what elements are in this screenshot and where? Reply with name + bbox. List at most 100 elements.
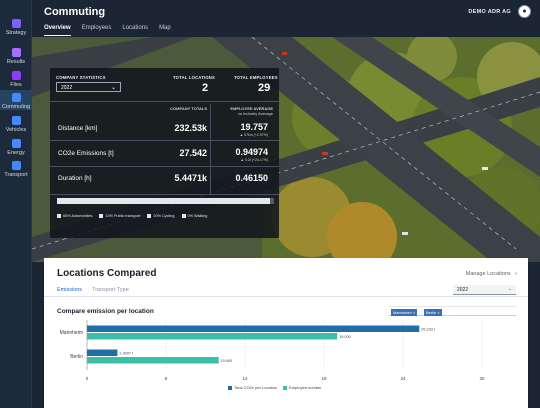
legend-swatch — [283, 385, 288, 390]
filter-chip-berlin[interactable]: Berlin × — [424, 308, 442, 316]
bar — [87, 357, 219, 364]
chevron-down-icon: ⌄ — [507, 286, 512, 292]
sidebar-item-strategy[interactable]: Strategy — [0, 16, 32, 40]
card-year-select[interactable]: 2022 ⌄ — [453, 285, 516, 295]
tab-locations[interactable]: Locations — [122, 25, 148, 36]
co2e-emissions-average: 0.94974 — [235, 147, 268, 157]
divider — [50, 140, 279, 141]
data-label: 10.000 — [221, 359, 233, 363]
legend-public-transport: 13% Public transport — [99, 214, 140, 218]
category-label: Mannheim — [60, 330, 83, 336]
modal-split-legend: 65% Automobiles 13% Public transport 20%… — [57, 214, 207, 218]
sidebar-item-transport[interactable]: Transport — [0, 158, 32, 178]
vs-industry-header: vs Industry Average — [237, 111, 273, 116]
tab-employees[interactable]: Employees — [82, 25, 112, 36]
data-label: 2.3097 t — [119, 352, 134, 356]
bar — [87, 325, 420, 332]
distance-total: 232.53k — [174, 123, 207, 133]
x-tick-label: 30 — [479, 376, 485, 381]
divider — [50, 101, 279, 102]
bar — [87, 333, 338, 340]
sidebar-item-files[interactable]: Files — [0, 68, 32, 88]
modal-split-fill — [57, 198, 270, 204]
x-tick-label: 12 — [242, 376, 248, 381]
sidebar-item-label: Results — [6, 59, 26, 65]
locations-compared-card: Locations Compared Manage Locations › Em… — [44, 258, 528, 408]
x-tick-label: 18 — [321, 376, 327, 381]
emission-bar-chart: 0 6 12 18 24 30 Mannheim 25.233 t 19.000 Berlin 2.… — [60, 320, 485, 381]
legend-cycling: 20% Cycling — [147, 214, 175, 218]
company-name: DEMO ADR AG — [468, 9, 511, 15]
legend-label: 65% Automobiles — [63, 214, 93, 218]
x-tick-label: 24 — [400, 376, 406, 381]
legend-label: 0% Walking — [187, 214, 208, 218]
close-icon[interactable]: × — [413, 310, 415, 315]
legend-employee-number: Employee number — [283, 385, 322, 390]
chip-label: Mannheim — [393, 309, 412, 315]
bar — [87, 349, 118, 356]
x-tick-label: 0 — [86, 376, 89, 381]
divider — [50, 166, 279, 167]
sidebar-item-label: Commuting — [1, 104, 31, 110]
legend-swatch — [99, 214, 104, 218]
data-label: 25.233 t — [421, 328, 436, 332]
commuting-icon — [11, 93, 21, 102]
legend-automobiles: 65% Automobiles — [57, 214, 92, 218]
legend-swatch — [228, 385, 232, 390]
legend-label: 20% Cycling — [153, 214, 175, 218]
results-icon — [11, 48, 21, 57]
card-year-value: 2022 — [457, 287, 469, 293]
company-statistics-panel: COMPANY STATISTICS 2022 ⌄ TOTAL LOCATION… — [50, 68, 279, 238]
distance-average: 19.757 — [240, 122, 268, 132]
manage-locations-link[interactable]: Manage Locations › — [466, 271, 517, 277]
year-select[interactable]: 2022 ⌄ — [56, 82, 121, 92]
duration-label: Duration [h] — [58, 175, 92, 182]
category-label: Berlin — [70, 354, 83, 360]
chip-label: Berlin — [426, 309, 437, 315]
chevron-down-icon: ⌄ — [110, 85, 116, 91]
sidebar-item-commuting[interactable]: Commuting — [0, 90, 32, 110]
sidebar-item-label: Strategy — [5, 30, 27, 36]
sidebar-item-label: Transport — [4, 172, 28, 178]
strategy-icon — [11, 19, 21, 28]
modal-split-bar — [57, 198, 274, 204]
sidebar-item-label: Energy — [7, 150, 25, 156]
sidebar-item-energy[interactable]: Energy — [0, 136, 32, 156]
legend-swatch — [181, 214, 186, 218]
card-title: Locations Compared — [57, 268, 157, 279]
avatar[interactable]: ● — [518, 5, 531, 18]
total-locations-value: 2 — [202, 82, 209, 94]
total-locations-label: TOTAL LOCATIONS — [173, 75, 216, 80]
tab-bar: Overview Employees Locations Map — [44, 25, 171, 36]
legend-label: Tons CO2e per Location — [234, 385, 278, 390]
sidebar-item-results[interactable]: Results — [0, 45, 32, 65]
company-statistics-label: COMPANY STATISTICS — [56, 75, 106, 80]
transport-icon — [11, 161, 21, 170]
files-icon — [11, 71, 21, 80]
co2e-emissions-delta: ▲ 0.2t (+24.17%) — [240, 158, 269, 162]
x-tick-label: 6 — [165, 376, 168, 381]
legend-label: Employee number — [289, 385, 322, 390]
column-separator — [210, 104, 211, 195]
total-employees-label: TOTAL EMPLOYEES — [234, 75, 278, 80]
distance-delta: ▲ 57km (+2.97%) — [239, 133, 268, 137]
header: Commuting Overview Employees Locations M… — [32, 0, 540, 37]
tab-map[interactable]: Map — [159, 25, 171, 36]
legend-swatch — [147, 214, 152, 218]
company-totals-header: COMPANY TOTALS — [170, 106, 207, 111]
sidebar: Strategy Results Files Commuting Vehicle… — [0, 0, 32, 408]
co2e-emissions-total: 27.542 — [179, 148, 207, 158]
filter-chip-mannheim[interactable]: Mannheim × — [391, 308, 418, 316]
sidebar-item-label: Files — [10, 82, 22, 88]
energy-icon — [11, 139, 21, 148]
chevron-right-icon: › — [515, 271, 517, 277]
tab-overview[interactable]: Overview — [44, 25, 71, 36]
total-employees-value: 29 — [258, 82, 271, 94]
duration-average: 0.46150 — [235, 173, 268, 183]
sidebar-item-vehicles[interactable]: Vehicles — [0, 113, 32, 133]
vehicles-icon — [11, 116, 21, 125]
user-icon: ● — [522, 8, 527, 15]
legend-swatch — [57, 214, 61, 218]
close-icon[interactable]: × — [437, 310, 439, 315]
location-filter[interactable]: Mannheim × Berlin × — [389, 306, 516, 316]
